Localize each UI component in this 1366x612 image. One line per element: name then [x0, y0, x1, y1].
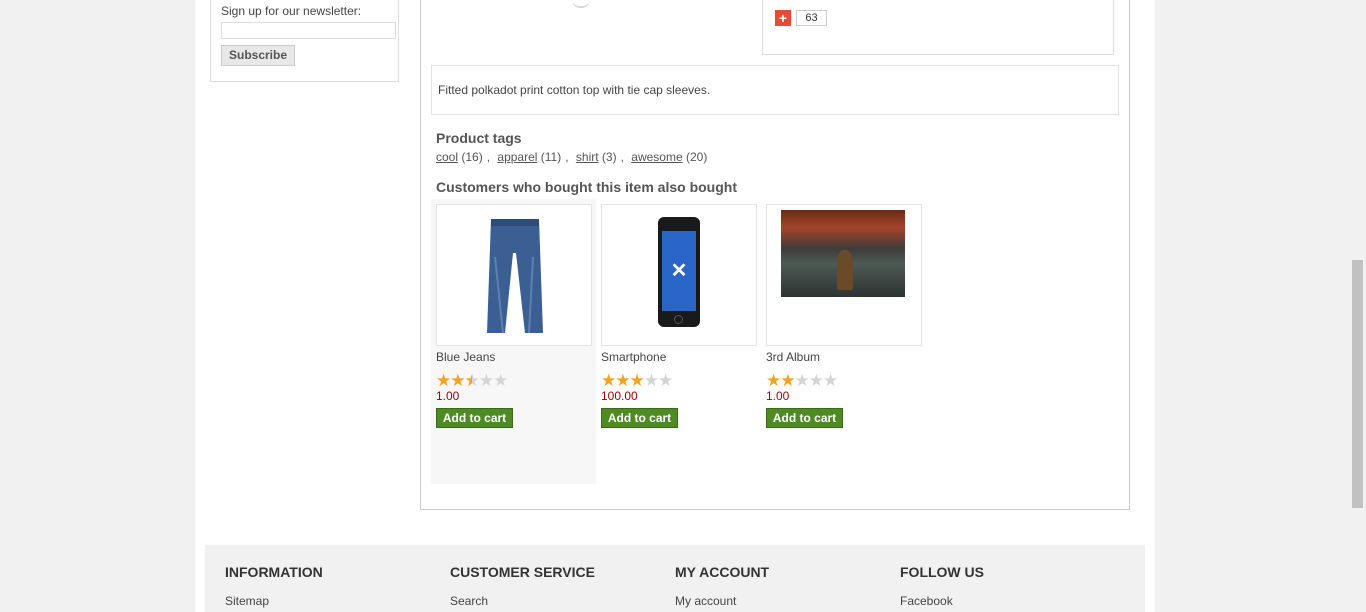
product-description-text: Fitted polkadot print cotton top with ti…	[438, 83, 711, 97]
add-to-cart-button[interactable]: Add to cart	[766, 408, 843, 428]
star-icon: ★	[493, 371, 508, 390]
add-to-cart-button[interactable]: Add to cart	[436, 408, 513, 428]
product-thumbnail-album[interactable]	[766, 204, 922, 346]
footer-heading: FOLLOW US	[900, 564, 984, 580]
star-icon: ★	[615, 371, 630, 390]
product-card-smartphone: ✕ Smartphone ★★★★★ 100.00 Add to cart	[601, 204, 757, 428]
footer-heading: CUSTOMER SERVICE	[450, 564, 595, 580]
share-count: 63	[796, 10, 827, 26]
footer-column-information: INFORMATION Sitemap	[225, 564, 323, 608]
footer-link-sitemap[interactable]: Sitemap	[225, 594, 323, 608]
product-tags-list: cool (16), apparel (11), shirt (3), awes…	[436, 150, 708, 164]
tag-count: (3)	[601, 150, 617, 164]
product-price: 1.00	[436, 389, 460, 403]
jeans-image	[487, 219, 543, 334]
product-tags-title: Product tags	[436, 130, 522, 146]
footer-link-facebook[interactable]: Facebook	[900, 594, 984, 608]
tag-link-cool[interactable]: cool	[436, 150, 458, 164]
tag-count: (20)	[685, 150, 708, 164]
star-icon: ★	[478, 371, 494, 390]
star-icon: ★	[629, 371, 645, 390]
product-name[interactable]: Blue Jeans	[436, 350, 495, 364]
newsletter-block: Sign up for our newsletter: Subscribe	[210, 0, 399, 82]
star-icon: ★	[808, 371, 824, 390]
newsletter-email-input[interactable]	[221, 22, 396, 39]
tag-count: (11)	[540, 150, 562, 164]
star-icon: ★	[766, 371, 781, 390]
rating-stars: ★★★★★	[766, 371, 838, 390]
star-icon: ★	[436, 371, 451, 390]
footer-column-follow-us: FOLLOW US Facebook	[900, 564, 984, 608]
product-name[interactable]: Smartphone	[601, 350, 666, 364]
product-thumbnail-jeans[interactable]	[436, 204, 592, 346]
footer-column-customer-service: CUSTOMER SERVICE Search	[450, 564, 595, 608]
tag-count: (16)	[461, 150, 483, 164]
footer-column-my-account: MY ACCOUNT My account	[675, 564, 769, 608]
product-thumbnail-smartphone[interactable]: ✕	[601, 204, 757, 346]
product-card-blue-jeans: Blue Jeans ★★★★★ 1.00 Add to cart	[436, 204, 592, 428]
footer-heading: INFORMATION	[225, 564, 323, 580]
product-price: 100.00	[601, 389, 638, 403]
subscribe-button[interactable]: Subscribe	[221, 45, 295, 66]
tag-link-awesome[interactable]: awesome	[631, 150, 682, 164]
star-icon: ★	[450, 371, 465, 390]
rating-stars: ★★★★★	[436, 371, 508, 390]
footer: INFORMATION Sitemap CUSTOMER SERVICE Sea…	[205, 545, 1145, 612]
newsletter-label: Sign up for our newsletter:	[221, 4, 362, 18]
vertical-scrollbar[interactable]	[1349, 0, 1366, 612]
star-icon: ★	[794, 371, 810, 390]
footer-heading: MY ACCOUNT	[675, 564, 770, 580]
star-icon: ★	[780, 371, 795, 390]
add-to-cart-button[interactable]: Add to cart	[601, 408, 678, 428]
star-icon: ★	[658, 371, 673, 390]
footer-link-search[interactable]: Search	[450, 594, 595, 608]
star-icon: ★	[823, 371, 838, 390]
album-cover-image	[781, 210, 905, 297]
star-icon: ★	[601, 371, 616, 390]
product-description: Fitted polkadot print cotton top with ti…	[431, 65, 1119, 115]
also-bought-title: Customers who bought this item also boug…	[436, 179, 737, 195]
star-icon: ★	[464, 371, 480, 390]
plus-icon[interactable]: +	[775, 10, 791, 26]
smartphone-image: ✕	[658, 217, 700, 327]
scrollbar-thumb[interactable]	[1352, 260, 1363, 508]
product-name[interactable]: 3rd Album	[766, 350, 820, 364]
tag-link-shirt[interactable]: shirt	[576, 150, 599, 164]
share-box	[762, 0, 1114, 55]
rating-stars: ★★★★★	[601, 371, 673, 390]
footer-link-my-account[interactable]: My account	[675, 594, 769, 608]
star-icon: ★	[643, 371, 659, 390]
product-card-3rd-album: 3rd Album ★★★★★ 1.00 Add to cart	[766, 204, 922, 428]
product-price: 1.00	[766, 389, 790, 403]
tag-link-apparel[interactable]: apparel	[497, 150, 537, 164]
